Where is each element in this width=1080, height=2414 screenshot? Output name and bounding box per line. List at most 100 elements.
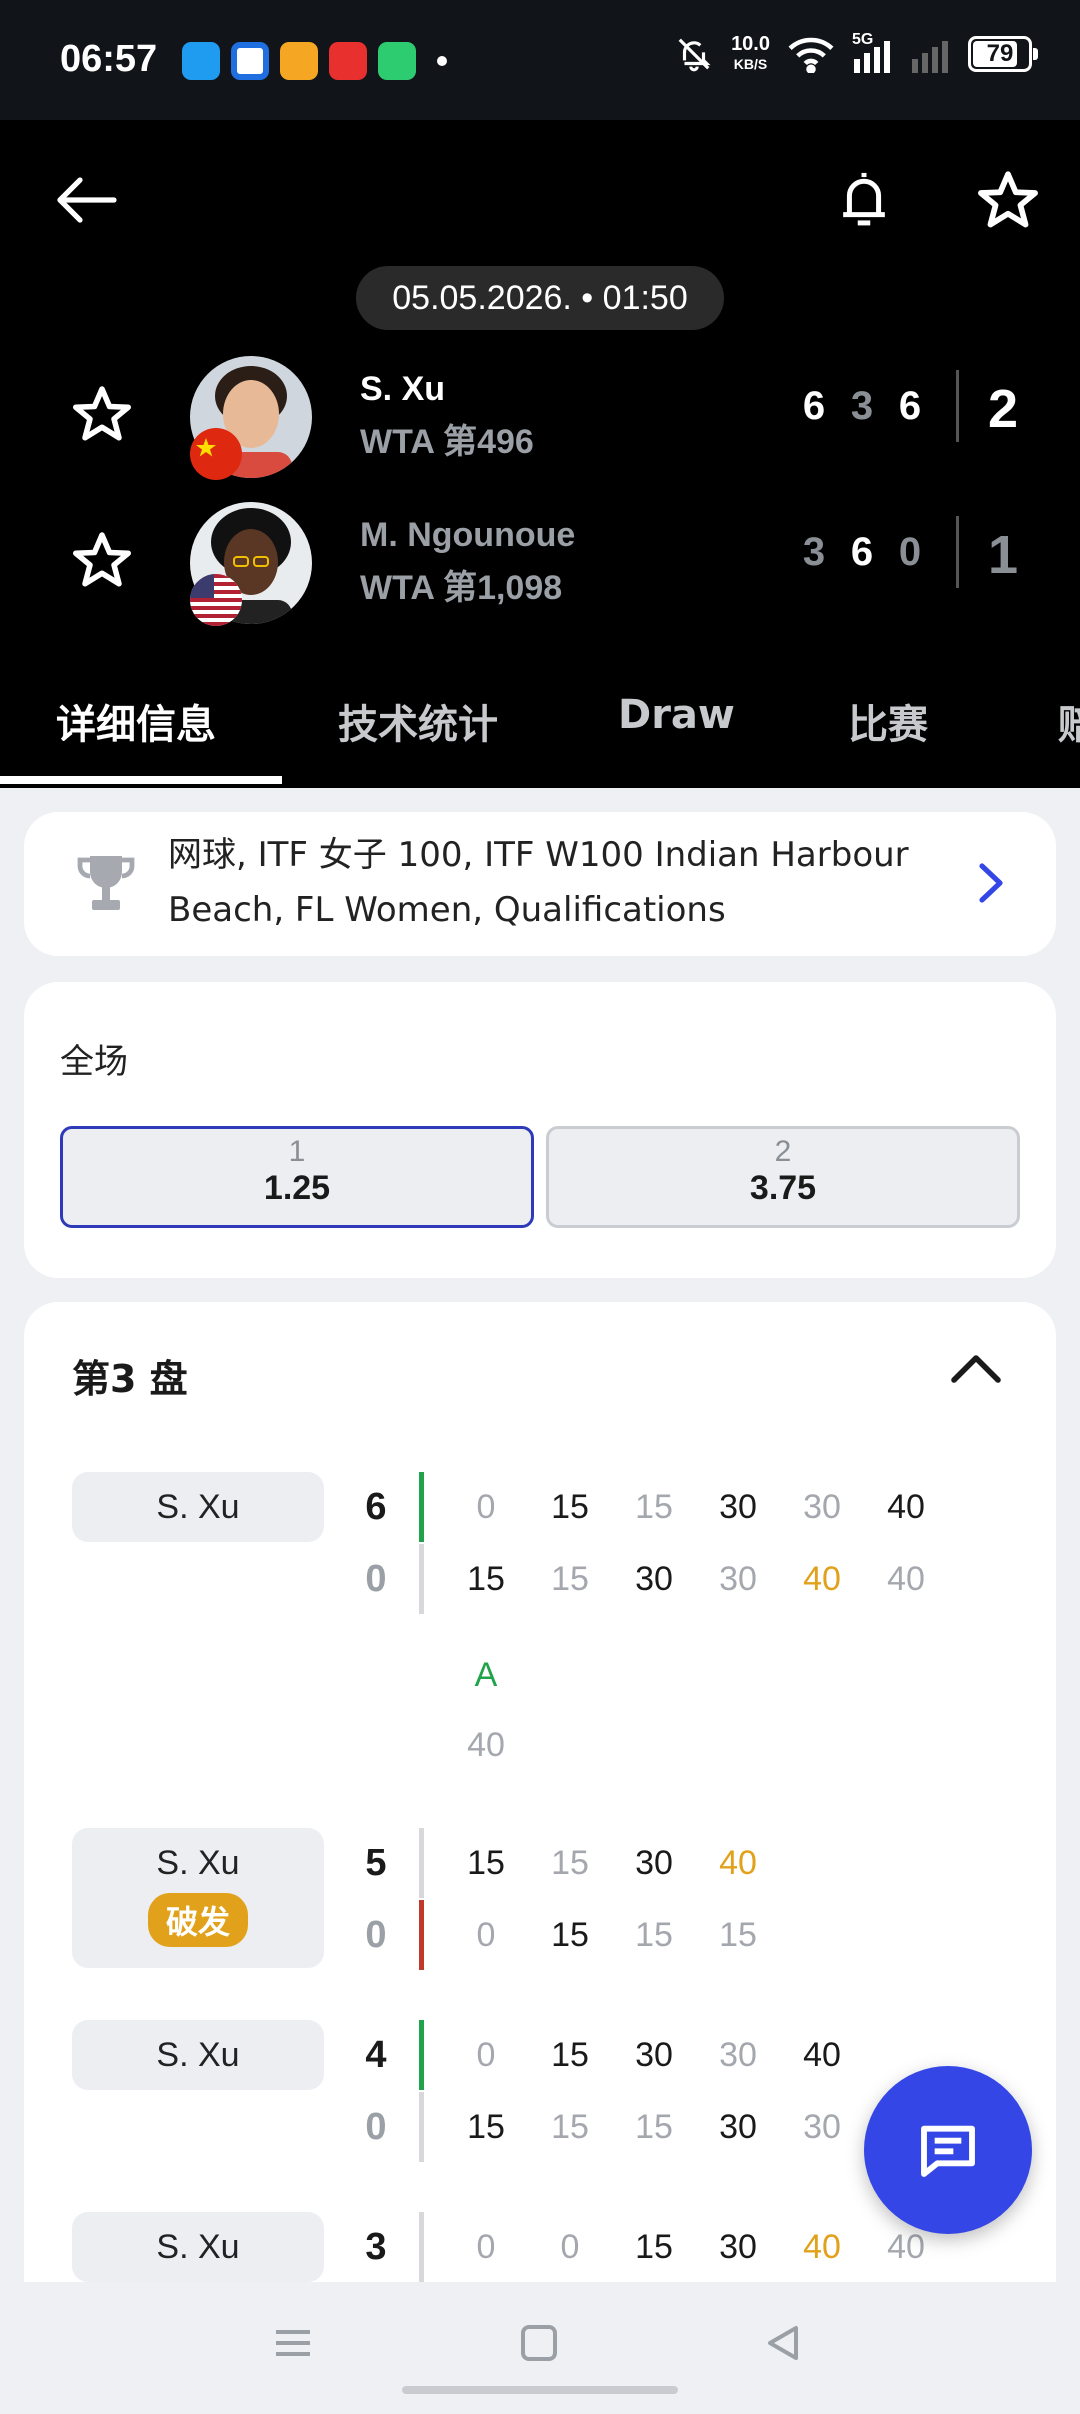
game-score-bottom: 0 [365, 1914, 387, 1956]
odds-option-1[interactable]: 1 1.25 [60, 1126, 534, 1228]
signal-5g: 5G [852, 31, 892, 73]
player-1-name: S. Xu [360, 370, 446, 408]
status-time: 06:57 [60, 38, 158, 80]
server-label: S. Xu [72, 2020, 324, 2090]
tournament-card[interactable]: 网球, ITF 女子 100, ITF W100 Indian Harbour … [24, 812, 1056, 956]
mute-icon [678, 38, 711, 72]
set-score: 3 [802, 530, 826, 574]
home-button[interactable] [518, 2322, 560, 2368]
set-score: 3 [850, 384, 874, 428]
tab-draw[interactable]: Draw [618, 692, 735, 738]
toutiao-icon [329, 42, 367, 80]
game-row: S. Xu 6 0 0 15 15 30 30 40 15 15 30 30 4… [24, 1468, 1056, 1768]
break-badge: 破发 [147, 1893, 248, 1947]
china-flag [190, 428, 242, 480]
server-label: S. Xu 破发 [72, 1828, 324, 1968]
status-indicators: 10.0 KB/S 5G 79 [675, 31, 1038, 74]
chat-fab-button[interactable] [864, 2066, 1032, 2234]
trophy-icon [76, 852, 136, 918]
player-2-name: M. Ngounoue [360, 516, 576, 554]
battery-icon: 79 [968, 36, 1038, 72]
player-2-sets-won: 1 [988, 525, 1019, 585]
weibo-icon [280, 42, 318, 80]
points-bottom: 15 15 15 30 30 [467, 2107, 841, 2146]
odds-card: 全场 1 1.25 2 3.75 [24, 982, 1056, 1278]
odds-market-title: 全场 [60, 1042, 128, 1082]
odds-value: 1.25 [263, 1169, 331, 1207]
wifi-icon [788, 37, 834, 73]
browser-icon [182, 42, 220, 80]
tab-odds[interactable]: 赔 [1058, 692, 1080, 750]
back-nav-button[interactable] [762, 2322, 804, 2368]
star-icon [978, 171, 1038, 228]
player-row-2[interactable]: M. Ngounoue WTA 第1,098 3 6 0 1 [0, 502, 1080, 626]
points-advantage: A [474, 1655, 498, 1694]
more-notifications-dot [437, 56, 447, 66]
game-score-top: 4 [365, 2034, 387, 2076]
triangle-back-icon [768, 2326, 798, 2360]
divider [419, 1828, 424, 1898]
hold-indicator [419, 1472, 424, 1542]
player-2-sets: 3 6 0 [790, 530, 934, 575]
collapse-button[interactable] [950, 1352, 1002, 1388]
game-row: S. Xu 3 0 0 15 30 40 40 [24, 2212, 1056, 2282]
points-top: 0 15 30 30 40 [476, 2035, 841, 2074]
favorite-player-2-button[interactable] [72, 530, 132, 590]
player-1-sets: 6 3 6 [790, 384, 934, 429]
star-icon [73, 532, 131, 587]
odds-value: 3.75 [749, 1169, 817, 1207]
favorite-player-1-button[interactable] [72, 384, 132, 444]
points-bottom: 0 15 15 15 [476, 1915, 757, 1954]
server-label: S. Xu [72, 1472, 324, 1542]
system-nav-bar [0, 2282, 1080, 2414]
active-tab-indicator [0, 776, 282, 784]
player-icon [378, 42, 416, 80]
back-arrow-icon [57, 177, 117, 223]
break-indicator [419, 1900, 424, 1970]
game-score-top: 3 [365, 2226, 387, 2268]
square-icon [521, 2325, 557, 2361]
hold-indicator [419, 2020, 424, 2090]
status-bar: 06:57 10.0 KB/S 5G 79 [0, 0, 1080, 120]
chevron-right-icon [978, 862, 1004, 908]
server-label: S. Xu [72, 2212, 324, 2282]
game-score-bottom: 0 [365, 2106, 387, 2148]
points-top: 15 15 30 40 [467, 1843, 757, 1882]
chat-icon [921, 2125, 975, 2177]
player-row-1[interactable]: S. Xu WTA 第496 6 3 6 2 [0, 356, 1080, 480]
set-score: 6 [850, 530, 874, 574]
score-divider [956, 516, 959, 588]
recent-apps-button[interactable] [272, 2322, 314, 2368]
net-speed: 10.0 KB/S [731, 33, 770, 72]
set-title: 第3 盘 [72, 1357, 188, 1401]
back-button[interactable] [46, 160, 126, 240]
notification-bell-button[interactable] [822, 158, 906, 242]
tab-details[interactable]: 详细信息 [56, 692, 216, 750]
menu-icon [276, 2330, 310, 2356]
game-row: S. Xu 破发 5 0 15 15 30 40 0 15 15 15 [24, 1828, 1056, 1974]
tab-matches[interactable]: 比赛 [848, 692, 928, 750]
player-2-rank: WTA 第1,098 [360, 569, 563, 607]
points-top: 0 15 15 30 30 40 [476, 1487, 925, 1526]
odds-option-2[interactable]: 2 3.75 [546, 1126, 1020, 1228]
match-datetime: 05.05.2026. • 01:50 [356, 266, 724, 330]
score-divider [956, 370, 959, 442]
odds-label: 2 [774, 1135, 792, 1168]
tournament-name: 网球, ITF 女子 100, ITF W100 Indian Harbour … [168, 835, 909, 930]
match-header: 05.05.2026. • 01:50 S. Xu WTA 第496 6 3 6… [0, 120, 1080, 788]
divider [419, 2212, 424, 2282]
tab-bar: 详细信息 技术统计 Draw 比赛 赔 [0, 662, 1080, 788]
chevron-up-icon [951, 1355, 1001, 1383]
game-score-top: 6 [365, 1486, 387, 1528]
set-score: 0 [898, 530, 922, 574]
bell-icon [843, 172, 885, 226]
game-score-top: 5 [365, 1842, 387, 1884]
signal-bars-empty-icon [912, 41, 948, 73]
tab-statistics[interactable]: 技术统计 [338, 692, 498, 750]
video-icon [231, 42, 269, 80]
player-1-sets-won: 2 [988, 379, 1019, 439]
favorite-match-button[interactable] [966, 158, 1050, 242]
gesture-indicator [402, 2386, 678, 2394]
divider [419, 2092, 424, 2162]
game-score-bottom: 0 [365, 1558, 387, 1600]
